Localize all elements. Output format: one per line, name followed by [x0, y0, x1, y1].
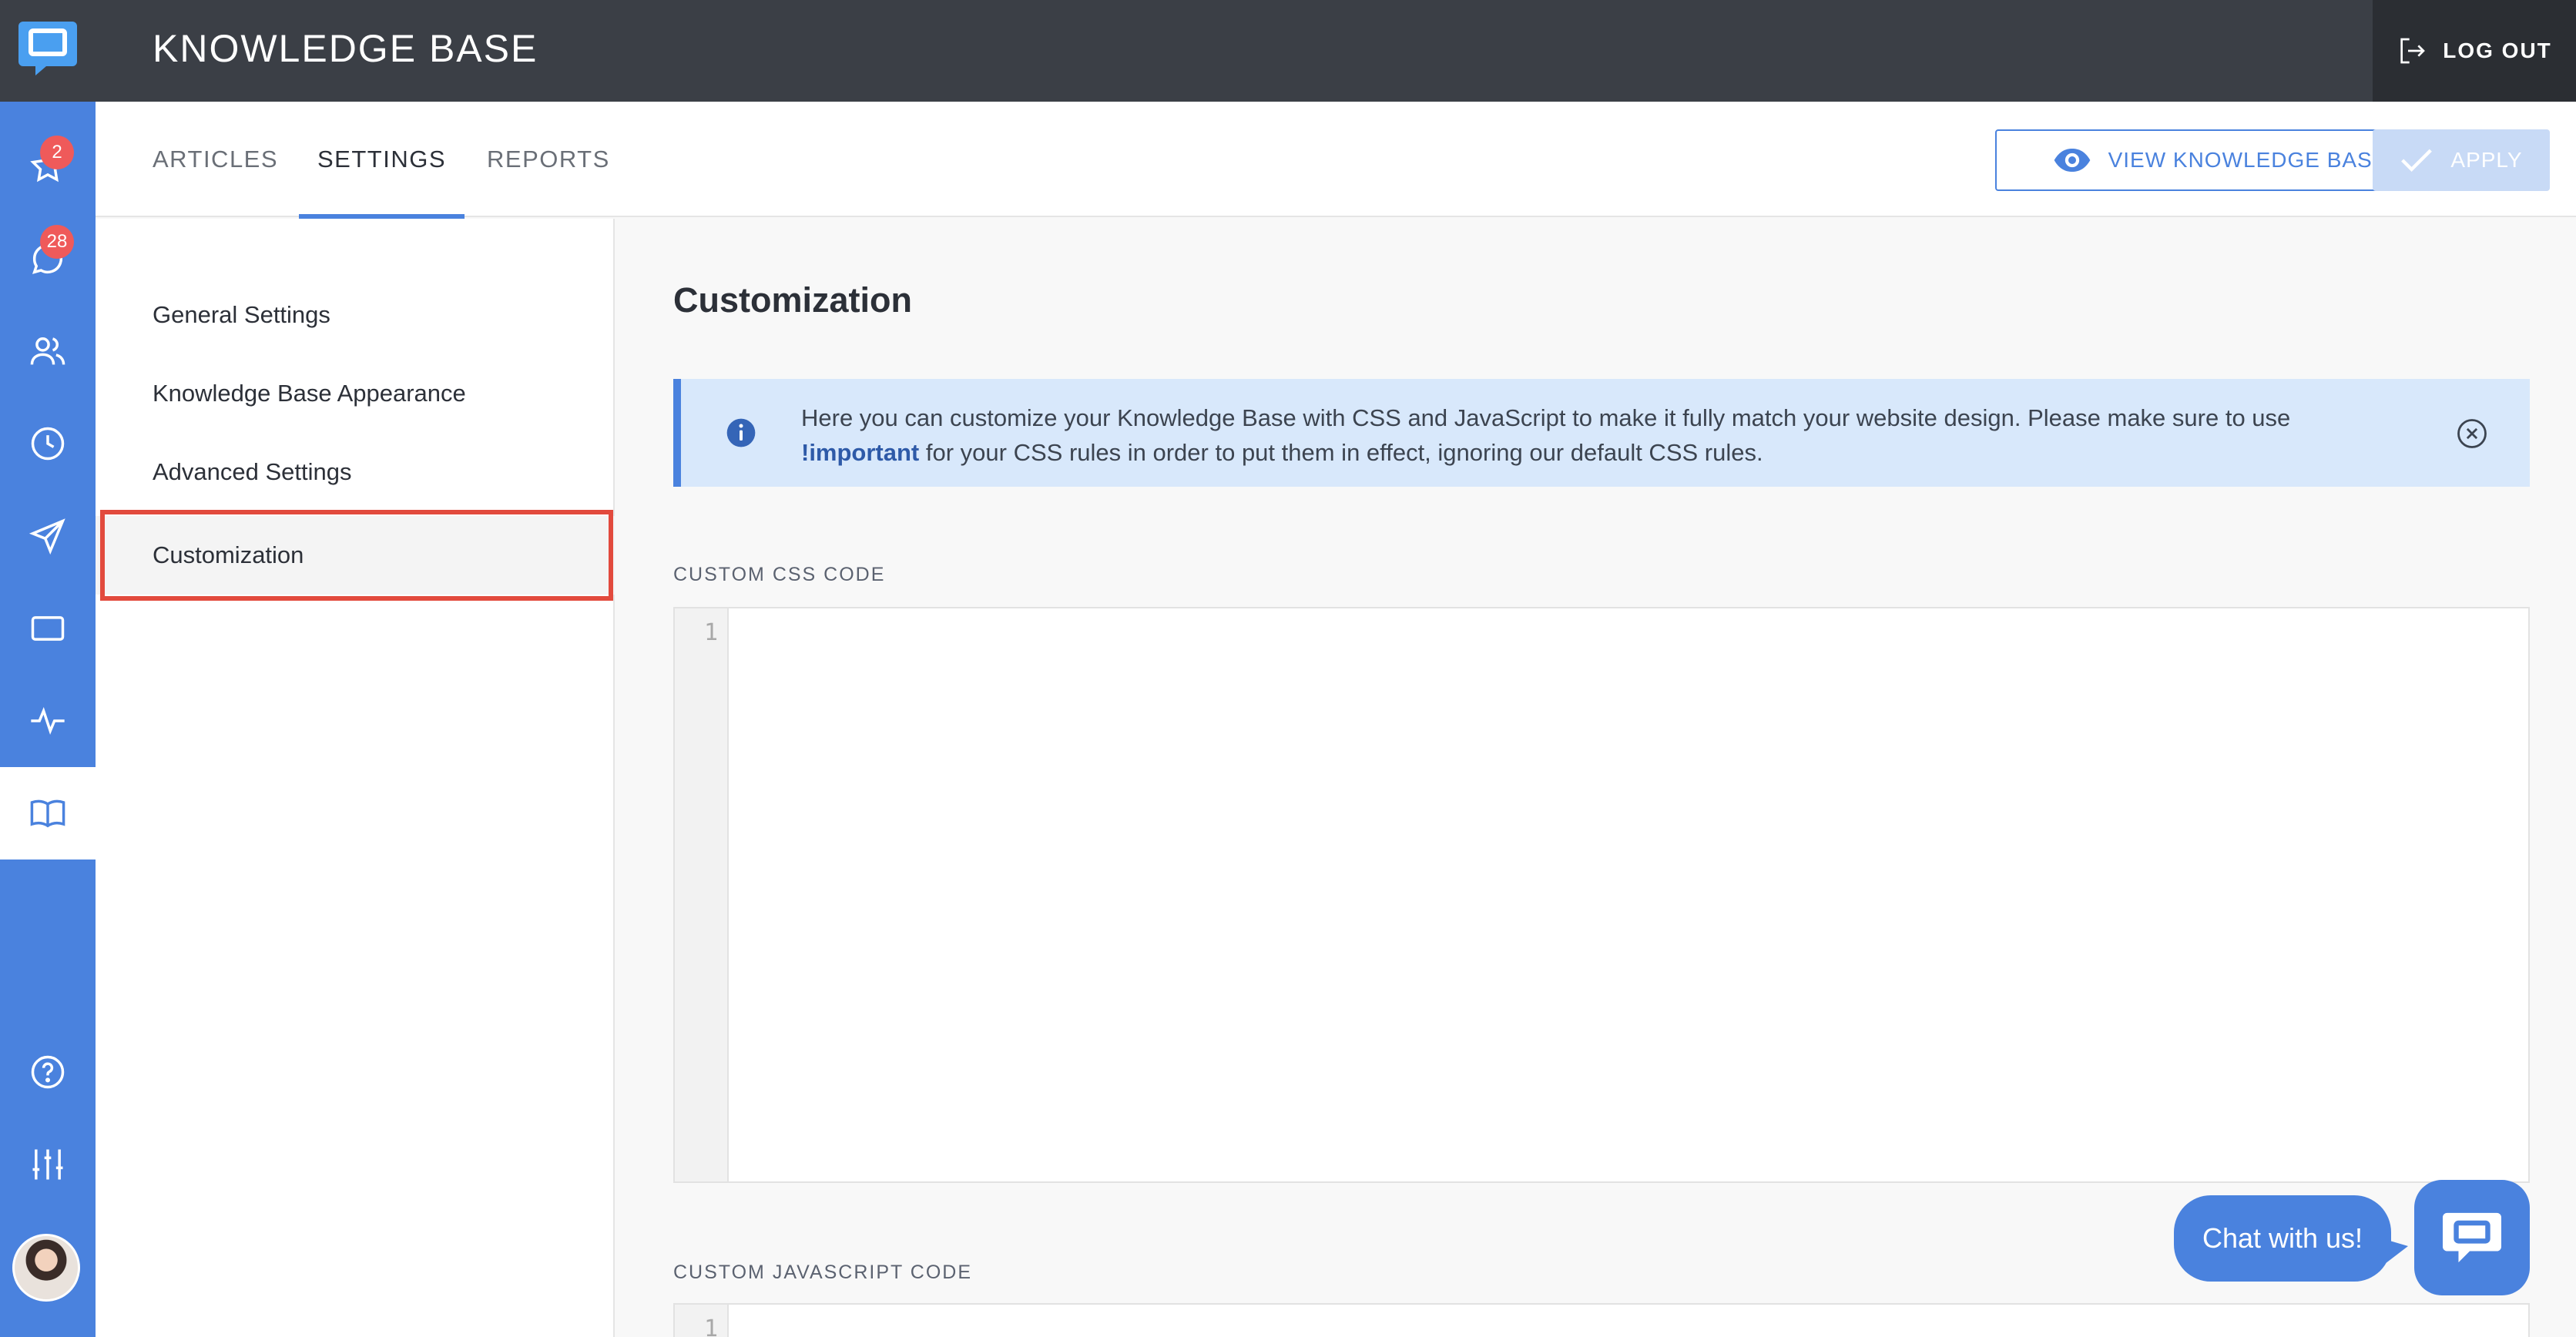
- rail-history[interactable]: [0, 397, 96, 490]
- top-header: KNOWLEDGE BASE LOG OUT: [96, 0, 2576, 102]
- js-line-number: 1: [703, 1315, 718, 1337]
- sliders-icon: [32, 1149, 63, 1180]
- user-avatar[interactable]: [12, 1234, 80, 1302]
- rectangle-icon: [31, 616, 65, 641]
- rail-campaigns[interactable]: [0, 490, 96, 582]
- app-logo[interactable]: [0, 0, 96, 102]
- chats-badge: 28: [40, 225, 74, 259]
- tabs-bar: ARTICLES SETTINGS REPORTS VIEW KNOWLEDGE…: [96, 102, 2576, 219]
- info-text: Here you can customize your Knowledge Ba…: [801, 400, 2403, 470]
- custom-javascript-editor[interactable]: 1: [673, 1303, 2530, 1337]
- menu-item-knowledge-base-appearance[interactable]: Knowledge Base Appearance: [96, 354, 615, 433]
- css-line-number: 1: [703, 619, 718, 646]
- highlight-box: [100, 510, 613, 601]
- tab-settings[interactable]: SETTINGS: [298, 102, 465, 219]
- page-title: Customization: [673, 280, 912, 320]
- settings-menu: General Settings Knowledge Base Appearan…: [96, 219, 615, 1337]
- close-icon[interactable]: [2456, 417, 2488, 450]
- activity-icon: [31, 707, 65, 735]
- eye-icon: [2054, 149, 2090, 172]
- rail-chats[interactable]: 28: [0, 213, 96, 305]
- logout-label: LOG OUT: [2443, 39, 2552, 62]
- rail-customers[interactable]: [0, 305, 96, 397]
- rail-settings[interactable]: [0, 1118, 96, 1211]
- css-line-gutter: 1: [675, 608, 729, 1181]
- page-header-title: KNOWLEDGE BASE: [153, 27, 538, 70]
- customization-panel: Customization Here you can customize you…: [615, 219, 2576, 1337]
- info-text-before: Here you can customize your Knowledge Ba…: [801, 404, 2291, 431]
- rail-help[interactable]: [0, 1026, 96, 1118]
- info-banner: Here you can customize your Knowledge Ba…: [673, 379, 2530, 487]
- rail-widget[interactable]: [0, 582, 96, 675]
- check-icon: [2401, 149, 2433, 173]
- rail-starred[interactable]: 2: [0, 120, 96, 213]
- apply-button[interactable]: APPLY: [2373, 129, 2550, 191]
- view-knowledge-base-label: VIEW KNOWLEDGE BASE: [2108, 148, 2388, 172]
- info-text-after: for your CSS rules in order to put them …: [925, 439, 1763, 466]
- custom-javascript-label: CUSTOM JAVASCRIPT CODE: [673, 1262, 973, 1283]
- help-icon: [31, 1055, 65, 1089]
- logout-button[interactable]: LOG OUT: [2373, 0, 2576, 102]
- clock-icon: [31, 427, 65, 461]
- users-icon: [30, 337, 65, 365]
- menu-item-general-settings[interactable]: General Settings: [96, 276, 615, 354]
- chat-widget-button[interactable]: [2414, 1180, 2530, 1295]
- info-icon: [726, 418, 756, 447]
- logout-icon: [2400, 38, 2426, 64]
- rail-reports[interactable]: [0, 675, 96, 767]
- custom-css-editor[interactable]: 1: [673, 607, 2530, 1183]
- rail-knowledge-base[interactable]: [0, 767, 96, 860]
- custom-css-label: CUSTOM CSS CODE: [673, 564, 886, 585]
- tab-articles[interactable]: ARTICLES: [153, 102, 278, 217]
- chat-with-us-bubble[interactable]: Chat with us!: [2174, 1195, 2408, 1282]
- left-rail: 2 28: [0, 0, 96, 1337]
- menu-item-advanced-settings[interactable]: Advanced Settings: [96, 433, 615, 511]
- js-line-gutter: 1: [675, 1305, 729, 1337]
- send-icon: [29, 518, 65, 555]
- chat-logo-icon: [18, 22, 77, 75]
- tab-reports[interactable]: REPORTS: [487, 102, 610, 217]
- chat-widget-icon: [2443, 1212, 2501, 1263]
- book-icon: [30, 799, 65, 828]
- starred-badge: 2: [40, 136, 74, 169]
- apply-label: APPLY: [2450, 148, 2523, 172]
- info-important: !important: [801, 439, 920, 466]
